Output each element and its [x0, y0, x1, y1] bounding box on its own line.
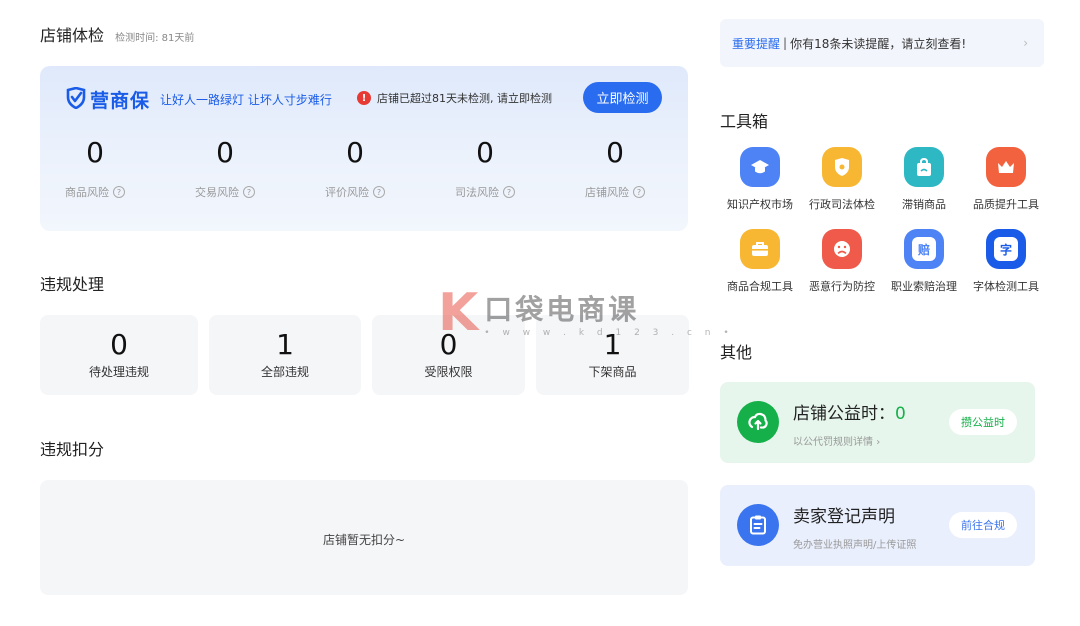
risk-label: 交易风险? [170, 184, 280, 200]
tool-item[interactable]: 行政司法体检 [801, 147, 883, 212]
chevron-right-icon[interactable]: › [876, 437, 880, 448]
help-icon[interactable]: ? [373, 186, 385, 198]
tool-label: 字体检测工具 [973, 280, 1039, 293]
tool-label: 行政司法体检 [809, 198, 875, 211]
deduction-card: 店铺暂无扣分~ [40, 480, 688, 595]
check-now-button[interactable]: 立即检测 [583, 82, 662, 113]
risk-label-text: 商品风险 [65, 186, 109, 199]
warning-text: 店铺已超过81天未检测, 请立即检测 [377, 92, 552, 105]
risk-label-text: 司法风险 [455, 186, 499, 199]
health-title: 店铺体检 [40, 26, 105, 45]
tool-label: 品质提升工具 [973, 198, 1039, 211]
violation-value: 1 [603, 328, 622, 361]
help-icon[interactable]: ? [113, 186, 125, 198]
tool-item[interactable]: 恶意行为防控 [801, 229, 883, 294]
risk-review[interactable]: 0 评价风险? [300, 138, 410, 200]
seller-title: 卖家登记声明 [793, 507, 895, 527]
tool-label: 商品合规工具 [727, 280, 793, 293]
clipboard-icon [737, 504, 779, 546]
notice-important-label[interactable]: 重要提醒 [732, 35, 780, 52]
risk-value: 0 [476, 136, 494, 169]
violation-label: 下架商品 [588, 365, 637, 379]
risk-label: 评价风险? [300, 184, 410, 200]
earn-welfare-hours-button[interactable]: 攒公益时 [949, 409, 1017, 435]
tool-item[interactable]: 商品合规工具 [719, 229, 801, 294]
brand-slogan: 让好人一路绿灯 让坏人寸步难行 [160, 93, 332, 107]
risk-shop[interactable]: 0 店铺风险? [560, 138, 670, 200]
violation-label: 待处理违规 [88, 365, 149, 379]
health-header: 店铺体检 检测时间: 81天前 [40, 22, 194, 46]
briefcase-icon [740, 229, 780, 269]
violation-title: 违规处理 [40, 275, 105, 294]
risk-label: 店铺风险? [560, 184, 670, 200]
sad-face-icon [822, 229, 862, 269]
risk-label: 商品风险? [40, 184, 150, 200]
violation-value: 0 [439, 328, 458, 361]
violation-value: 1 [276, 328, 294, 361]
tool-label: 恶意行为防控 [809, 280, 875, 293]
notice-message: 你有18条未读提醒，请立刻查看! [790, 36, 967, 51]
deduction-title: 违规扣分 [40, 440, 105, 459]
brand-logo: 营商保 [90, 90, 151, 112]
violation-card-all[interactable]: 1 全部违规 [209, 315, 361, 395]
risk-label-text: 评价风险 [325, 186, 369, 199]
shield-check-icon [66, 86, 86, 113]
welfare-title: 店铺公益时：0 [793, 399, 906, 424]
tool-item[interactable]: 知识产权市场 [719, 147, 801, 212]
violation-card-delisted[interactable]: 1 下架商品 [536, 315, 689, 395]
violation-label: 全部违规 [260, 365, 309, 379]
risk-value: 0 [216, 136, 234, 169]
tool-item[interactable]: 字字体检测工具 [965, 229, 1047, 294]
welfare-rules-text[interactable]: 以公代罚规则详情 [793, 437, 873, 448]
seller-sub: 免办营业执照声明/上传证照 [793, 540, 917, 551]
tool-label: 滞销商品 [902, 198, 946, 211]
violation-label: 受限权限 [424, 365, 473, 379]
help-icon[interactable]: ? [243, 186, 255, 198]
shopping-bag-icon [904, 147, 944, 187]
check-time: 检测时间: 81天前 [115, 33, 195, 44]
chevron-right-icon[interactable]: › [1023, 36, 1028, 50]
risk-value: 0 [346, 136, 364, 169]
risk-judicial[interactable]: 0 司法风险? [430, 138, 540, 200]
tool-item[interactable]: 赔职业索赔治理 [883, 229, 965, 294]
risk-label-text: 店铺风险 [585, 186, 629, 199]
risk-value: 0 [86, 136, 104, 169]
deduction-empty-text: 店铺暂无扣分~ [322, 533, 406, 547]
brand-banner: 营商保 让好人一路绿灯 让坏人寸步难行 [66, 86, 332, 113]
risk-product[interactable]: 0 商品风险? [40, 138, 150, 200]
tool-label: 职业索赔治理 [891, 280, 957, 293]
welfare-card[interactable]: 店铺公益时：0 以公代罚规则详情 › 攒公益时 [720, 382, 1035, 463]
risk-value: 0 [606, 136, 624, 169]
risk-trade[interactable]: 0 交易风险? [170, 138, 280, 200]
graduation-cap-icon [740, 147, 780, 187]
violation-card-restricted[interactable]: 0 受限权限 [372, 315, 525, 395]
other-title: 其他 [720, 343, 753, 362]
tool-label: 知识产权市场 [727, 198, 793, 211]
font-check-icon: 字 [986, 229, 1026, 269]
go-compliance-button[interactable]: 前往合规 [949, 512, 1017, 538]
help-icon[interactable]: ? [633, 186, 645, 198]
welfare-refresh-icon [737, 401, 779, 443]
help-icon[interactable]: ? [503, 186, 515, 198]
welfare-hours: 0 [895, 404, 906, 424]
notice-separator: | [783, 36, 788, 50]
welfare-title-label: 店铺公益时： [793, 404, 895, 424]
violation-value: 0 [110, 328, 128, 361]
tool-item[interactable]: 品质提升工具 [965, 147, 1047, 212]
tool-item[interactable]: 滞销商品 [883, 147, 965, 212]
important-notice[interactable]: 重要提醒 | 你有18条未读提醒，请立刻查看! › [720, 19, 1044, 67]
seller-declaration-card[interactable]: 卖家登记声明 免办营业执照声明/上传证照 前往合规 [720, 485, 1035, 566]
crown-icon [986, 147, 1026, 187]
compensation-icon: 赔 [904, 229, 944, 269]
alert-icon: ! [357, 91, 371, 105]
toolbox-title: 工具箱 [720, 112, 769, 131]
risk-label: 司法风险? [430, 184, 540, 200]
violation-card-pending[interactable]: 0 待处理违规 [40, 315, 198, 395]
shield-star-icon [822, 147, 862, 187]
welfare-rules-link[interactable]: 以公代罚规则详情 › [793, 433, 880, 448]
risk-label-text: 交易风险 [195, 186, 239, 199]
detect-warning: ! 店铺已超过81天未检测, 请立即检测 [357, 90, 552, 106]
